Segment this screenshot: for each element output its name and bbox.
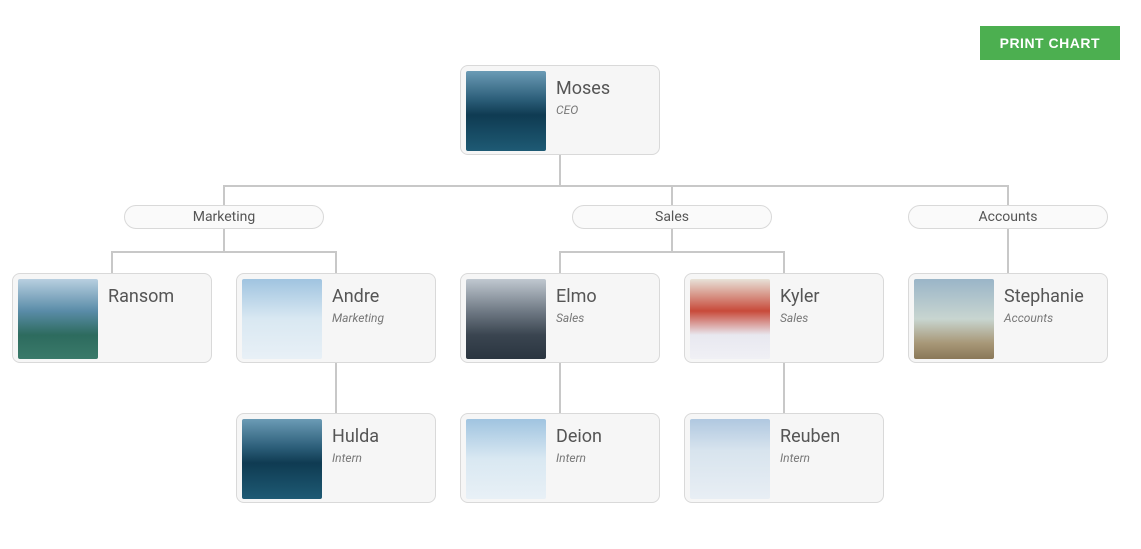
person-card-reuben[interactable]: Reuben Intern xyxy=(684,413,884,503)
connector xyxy=(559,251,785,253)
avatar xyxy=(690,419,770,499)
department-label: Sales xyxy=(655,209,689,225)
person-title: Intern xyxy=(556,451,602,465)
connector xyxy=(223,185,225,205)
person-card-ransom[interactable]: Ransom xyxy=(12,273,212,363)
person-title: Accounts xyxy=(1004,311,1084,325)
person-name: Stephanie xyxy=(1004,286,1084,308)
person-card-deion[interactable]: Deion Intern xyxy=(460,413,660,503)
person-title: CEO xyxy=(556,103,610,117)
person-info: Stephanie Accounts xyxy=(994,274,1094,362)
connector xyxy=(223,229,225,251)
avatar xyxy=(466,279,546,359)
person-info: Elmo Sales xyxy=(546,274,607,362)
person-title: Intern xyxy=(332,451,379,465)
person-name: Reuben xyxy=(780,426,840,448)
person-name: Kyler xyxy=(780,286,819,308)
avatar xyxy=(466,419,546,499)
connector xyxy=(559,363,561,413)
department-label: Marketing xyxy=(193,209,256,225)
department-marketing[interactable]: Marketing xyxy=(124,205,324,229)
avatar xyxy=(242,419,322,499)
connector xyxy=(1007,185,1009,205)
person-info: Hulda Intern xyxy=(322,414,389,502)
person-info: Kyler Sales xyxy=(770,274,829,362)
person-info: Ransom xyxy=(98,274,184,362)
connector xyxy=(223,185,1008,187)
person-info: Andre Marketing xyxy=(322,274,394,362)
connector xyxy=(783,251,785,273)
connector xyxy=(783,363,785,413)
person-info: Reuben Intern xyxy=(770,414,850,502)
person-card-ceo[interactable]: Moses CEO xyxy=(460,65,660,155)
department-label: Accounts xyxy=(978,209,1037,225)
connector xyxy=(111,251,337,253)
person-title: Intern xyxy=(780,451,840,465)
person-name: Hulda xyxy=(332,426,379,448)
connector xyxy=(671,185,673,205)
department-accounts[interactable]: Accounts xyxy=(908,205,1108,229)
person-name: Ransom xyxy=(108,286,174,308)
department-sales[interactable]: Sales xyxy=(572,205,772,229)
print-chart-button[interactable]: PRINT CHART xyxy=(980,26,1120,60)
avatar xyxy=(242,279,322,359)
avatar xyxy=(18,279,98,359)
person-name: Deion xyxy=(556,426,602,448)
person-card-kyler[interactable]: Kyler Sales xyxy=(684,273,884,363)
person-name: Moses xyxy=(556,78,610,100)
person-card-andre[interactable]: Andre Marketing xyxy=(236,273,436,363)
avatar xyxy=(914,279,994,359)
connector xyxy=(1007,229,1009,273)
person-title: Sales xyxy=(556,311,597,325)
avatar xyxy=(466,71,546,151)
person-title: Sales xyxy=(780,311,819,325)
person-info: Deion Intern xyxy=(546,414,612,502)
connector xyxy=(335,363,337,413)
connector xyxy=(671,229,673,251)
connector xyxy=(111,251,113,273)
connector xyxy=(559,251,561,273)
person-title: Marketing xyxy=(332,311,384,325)
connector xyxy=(335,251,337,273)
person-name: Andre xyxy=(332,286,384,308)
avatar xyxy=(690,279,770,359)
person-name: Elmo xyxy=(556,286,597,308)
connector xyxy=(559,155,561,185)
person-card-elmo[interactable]: Elmo Sales xyxy=(460,273,660,363)
person-card-stephanie[interactable]: Stephanie Accounts xyxy=(908,273,1108,363)
person-card-hulda[interactable]: Hulda Intern xyxy=(236,413,436,503)
person-info: Moses CEO xyxy=(546,66,620,154)
